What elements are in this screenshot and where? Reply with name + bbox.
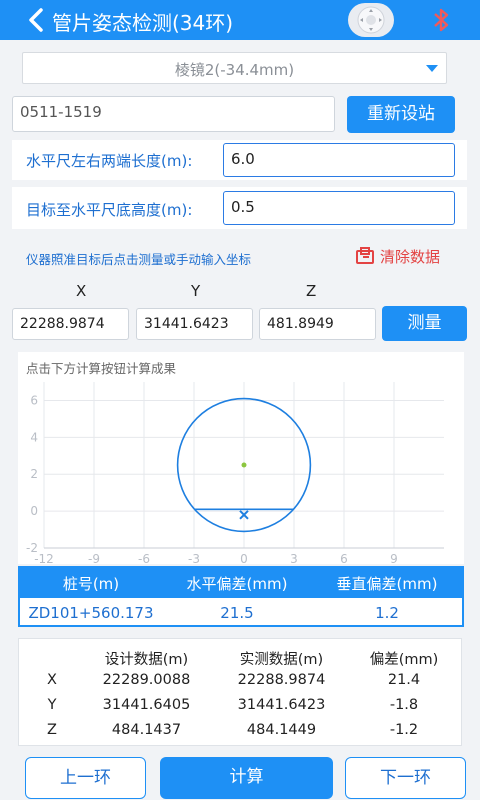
x-tick-label: 0	[240, 552, 248, 564]
previous-ring-button[interactable]: 上一环	[25, 757, 146, 799]
clear-data-label: 清除数据	[380, 248, 441, 266]
row-x-design: 22289.0088	[102, 672, 191, 688]
header-station: 桩号(m)	[62, 575, 120, 593]
comparison-table: 设计数据(m) 实测数据(m) 偏差(mm) X 22289.0088 2228…	[18, 638, 462, 746]
row-z-measured: 484.1449	[246, 722, 317, 738]
ruler-length-label: 水平尺左右两端长度(m):	[26, 152, 193, 170]
calculate-button[interactable]: 计算	[160, 757, 333, 799]
bluetooth-icon[interactable]	[428, 6, 454, 34]
x-tick-label: 9	[390, 552, 398, 564]
row-y-design: 31441.6405	[102, 697, 191, 713]
row-z-label: Z	[47, 722, 57, 738]
z-label: Z	[306, 282, 317, 300]
chart-caption: 点击下方计算按钮计算成果	[26, 361, 177, 376]
y-tick-label: 2	[30, 467, 38, 481]
x-tick-label: -6	[138, 552, 150, 564]
clear-data-icon	[356, 247, 374, 264]
row-z-design: 484.1437	[111, 722, 182, 738]
x-tick-label: -9	[88, 552, 100, 564]
y-tick-label: 4	[30, 430, 38, 444]
y-tick-label: -2	[26, 541, 38, 555]
row-z-deviation: -1.2	[389, 722, 419, 738]
chevron-down-icon	[426, 65, 438, 72]
x-tick-label: 3	[290, 552, 298, 564]
vertical-deviation-value: 1.2	[375, 604, 399, 622]
z-coordinate-input[interactable]: 481.8949	[259, 308, 376, 340]
header-horizontal-deviation: 水平偏差(mm)	[186, 575, 288, 593]
target-height-label: 目标至水平尺底高度(m):	[26, 201, 193, 219]
x-tick-label: 6	[340, 552, 348, 564]
y-label: Y	[191, 282, 201, 300]
prism-select[interactable]: 棱镜2(-34.4mm)	[22, 52, 447, 84]
header-vertical-deviation: 垂直偏差(mm)	[336, 575, 438, 593]
reset-station-button[interactable]: 重新设站	[347, 96, 455, 133]
row-y-deviation: -1.8	[389, 697, 419, 713]
row-y-label: Y	[47, 697, 57, 713]
deviation-table: 桩号(m) 水平偏差(mm) 垂直偏差(mm) ZD101+560.173 21…	[18, 566, 464, 627]
next-ring-button[interactable]: 下一环	[345, 757, 466, 799]
station-value: ZD101+560.173	[28, 604, 154, 622]
horizontal-deviation-value: 21.5	[220, 604, 254, 622]
page-title: 管片姿态检测(34环)	[52, 11, 234, 35]
joystick-control-icon[interactable]	[348, 3, 394, 37]
y-tick-label: 6	[30, 393, 38, 407]
prism-select-value: 棱镜2(-34.4mm)	[174, 61, 295, 79]
station-input[interactable]: 0511-1519	[12, 96, 335, 132]
row-x-label: X	[47, 672, 57, 688]
ruler-length-row: 水平尺左右两端长度(m): 6.0	[12, 140, 467, 180]
x-label: X	[76, 282, 87, 300]
row-y-measured: 31441.6423	[237, 697, 326, 713]
target-height-input[interactable]: 0.5	[223, 191, 455, 225]
ruler-length-input[interactable]: 6.0	[223, 143, 455, 177]
header-deviation: 偏差(mm)	[369, 652, 439, 668]
x-coordinate-input[interactable]: 22288.9874	[12, 308, 129, 340]
y-tick-label: 0	[30, 504, 38, 518]
x-tick-label: -3	[188, 552, 200, 564]
back-arrow-icon[interactable]	[22, 6, 50, 34]
row-x-deviation: 21.4	[387, 672, 421, 688]
y-coordinate-input[interactable]: 31441.6423	[136, 308, 253, 340]
row-x-measured: 22288.9874	[237, 672, 326, 688]
chart-panel: -12 -9 -6 -3 0 3 6 9 6 4 2 0 -2	[18, 352, 464, 564]
header-design: 设计数据(m)	[104, 652, 189, 668]
target-height-row: 目标至水平尺底高度(m): 0.5	[12, 187, 467, 229]
measure-hint: 仪器照准目标后点击测量或手动输入坐标	[26, 252, 252, 267]
attitude-chart: -12 -9 -6 -3 0 3 6 96420-2	[26, 382, 444, 564]
design-center-point	[241, 462, 247, 468]
app-header: 管片姿态检测(34环)	[0, 0, 480, 40]
header-measured: 实测数据(m)	[239, 652, 324, 668]
measure-button[interactable]: 测量	[382, 306, 467, 341]
